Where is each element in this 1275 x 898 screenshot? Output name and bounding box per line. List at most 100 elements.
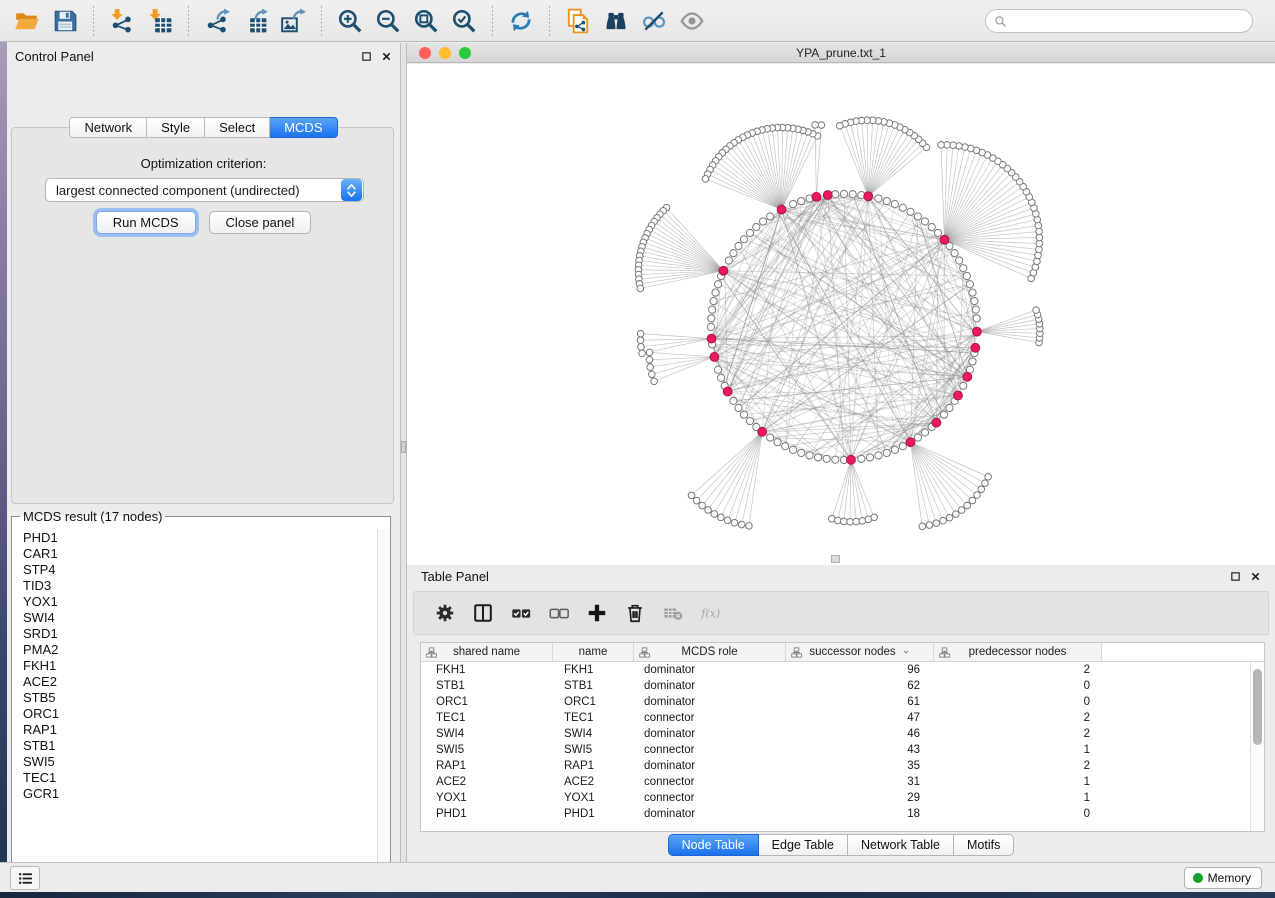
table-row[interactable]: SWI4SWI4dominator462	[421, 726, 1250, 742]
graph-node[interactable]	[714, 281, 721, 288]
graph-node[interactable]	[969, 497, 976, 504]
graph-node[interactable]	[638, 344, 645, 351]
graph-node[interactable]	[871, 514, 878, 521]
vertical-splitter[interactable]	[400, 43, 407, 892]
graph-node[interactable]	[841, 518, 848, 525]
cell-successor-nodes[interactable]: 43	[786, 744, 934, 756]
graph-node[interactable]	[774, 439, 781, 446]
graph-node[interactable]	[702, 176, 709, 183]
graph-hub-node[interactable]	[723, 387, 732, 396]
graph-hub-node[interactable]	[710, 353, 719, 362]
mcds-result-item[interactable]: SRD1	[23, 626, 376, 642]
mcds-result-item[interactable]: SWI5	[23, 754, 376, 770]
table-row[interactable]: SWI5SWI5connector431	[421, 742, 1250, 758]
cell-name[interactable]: ORC1	[553, 696, 634, 708]
graph-hub-node[interactable]	[932, 418, 941, 427]
cell-successor-nodes[interactable]: 46	[786, 728, 934, 740]
network-window-titlebar[interactable]: YPA_prune.txt_1	[407, 43, 1275, 63]
graph-node[interactable]	[705, 507, 712, 514]
graph-node[interactable]	[718, 374, 725, 381]
graph-node[interactable]	[746, 229, 753, 236]
horizontal-splitter-handle[interactable]	[831, 555, 840, 563]
memory-button[interactable]: Memory	[1184, 867, 1262, 889]
graph-node[interactable]	[818, 122, 825, 129]
graph-node[interactable]	[853, 518, 860, 525]
mcds-result-item[interactable]: ORC1	[23, 706, 376, 722]
mcds-result-scrollbar[interactable]	[377, 529, 390, 880]
cell-successor-nodes[interactable]: 47	[786, 712, 934, 724]
graph-node[interactable]	[782, 443, 789, 450]
mcds-result-item[interactable]: STB1	[23, 738, 376, 754]
graph-node[interactable]	[725, 257, 732, 264]
cell-MCDS-role[interactable]: connector	[634, 776, 786, 788]
cell-MCDS-role[interactable]: connector	[634, 792, 786, 804]
cell-predecessor-nodes[interactable]: 0	[934, 696, 1102, 708]
task-history-button[interactable]	[10, 866, 40, 890]
graph-hub-node[interactable]	[973, 327, 982, 336]
cell-predecessor-nodes[interactable]: 2	[934, 664, 1102, 676]
clone-network-button[interactable]	[561, 4, 595, 38]
tab-network[interactable]: Network	[69, 117, 147, 138]
cell-MCDS-role[interactable]: connector	[634, 712, 786, 724]
graph-node[interactable]	[972, 306, 979, 313]
cell-predecessor-nodes[interactable]: 2	[934, 712, 1102, 724]
column-header-predecessor-nodes[interactable]: predecessor nodes	[934, 643, 1102, 661]
cell-MCDS-role[interactable]: dominator	[634, 696, 786, 708]
graph-node[interactable]	[938, 142, 945, 149]
optimization-criterion-select[interactable]: largest connected component (undirected)	[45, 178, 364, 202]
export-network-button[interactable]	[200, 4, 234, 38]
graph-node[interactable]	[963, 273, 970, 280]
graph-node[interactable]	[832, 191, 839, 198]
graph-node[interactable]	[646, 356, 653, 363]
graph-node[interactable]	[840, 190, 847, 197]
cell-predecessor-nodes[interactable]: 1	[934, 776, 1102, 788]
cell-MCDS-role[interactable]: dominator	[634, 760, 786, 772]
graph-node[interactable]	[637, 285, 644, 292]
table-scrollbar-thumb[interactable]	[1253, 669, 1262, 745]
graph-node[interactable]	[746, 523, 753, 530]
cell-shared-name[interactable]: STB1	[421, 680, 553, 692]
mcds-result-item[interactable]: PMA2	[23, 642, 376, 658]
run-mcds-button[interactable]: Run MCDS	[96, 211, 196, 234]
close-panel-icon[interactable]	[381, 51, 392, 62]
graph-node[interactable]	[928, 223, 935, 230]
graph-hub-node[interactable]	[971, 343, 980, 352]
table-row[interactable]: ORC1ORC1dominator610	[421, 694, 1250, 710]
search-box[interactable]	[985, 9, 1253, 33]
graph-node[interactable]	[919, 523, 926, 530]
graph-node[interactable]	[714, 366, 721, 373]
graph-node[interactable]	[710, 297, 717, 304]
graph-hub-node[interactable]	[940, 235, 949, 244]
cell-predecessor-nodes[interactable]: 0	[934, 808, 1102, 820]
tab-select[interactable]: Select	[205, 117, 270, 138]
graph-node[interactable]	[899, 204, 906, 211]
graph-node[interactable]	[637, 330, 644, 337]
zoom-in-button[interactable]	[333, 4, 367, 38]
graph-node[interactable]	[759, 218, 766, 225]
mcds-result-item[interactable]: FKH1	[23, 658, 376, 674]
cell-shared-name[interactable]: YOX1	[421, 792, 553, 804]
graph-node[interactable]	[940, 411, 947, 418]
cell-name[interactable]: RAP1	[553, 760, 634, 772]
graph-node[interactable]	[982, 480, 989, 487]
graph-node[interactable]	[978, 486, 985, 493]
tab-mcds[interactable]: MCDS	[270, 117, 337, 138]
graph-hub-node[interactable]	[812, 193, 821, 202]
table-row[interactable]: FKH1FKH1dominator962	[421, 662, 1250, 678]
graph-node[interactable]	[693, 497, 700, 504]
graph-node[interactable]	[709, 306, 716, 313]
graph-node[interactable]	[969, 289, 976, 296]
cell-name[interactable]: ACE2	[553, 776, 634, 788]
graph-node[interactable]	[753, 223, 760, 230]
graph-node[interactable]	[966, 281, 973, 288]
cell-shared-name[interactable]: RAP1	[421, 760, 553, 772]
graph-node[interactable]	[735, 242, 742, 249]
table-row[interactable]: PHD1PHD1dominator180	[421, 806, 1250, 822]
delete-row-button[interactable]	[620, 597, 650, 629]
graph-node[interactable]	[798, 449, 805, 456]
table-row[interactable]: TEC1TEC1connector472	[421, 710, 1250, 726]
graph-node[interactable]	[940, 517, 947, 524]
mcds-result-item[interactable]: STB5	[23, 690, 376, 706]
find-binoculars-button[interactable]	[599, 4, 633, 38]
graph-node[interactable]	[711, 511, 718, 518]
